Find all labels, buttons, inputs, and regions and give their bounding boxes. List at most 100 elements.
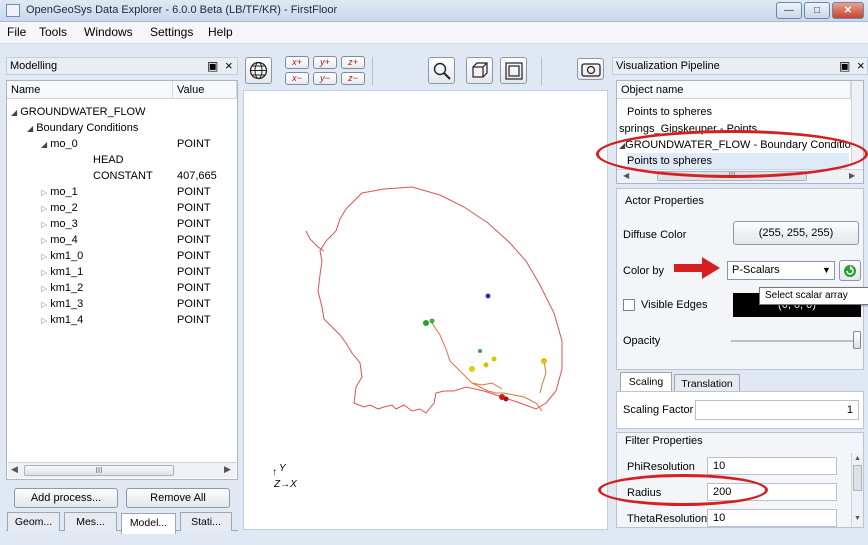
close-button[interactable]: ✕ [832,2,864,19]
refresh-button[interactable] [839,260,861,281]
screenshot-button[interactable] [577,58,604,80]
tree-row[interactable]: ▷ mo_1 [41,184,78,200]
expanded-arrow-icon[interactable]: ◢ [11,108,17,117]
expanded-arrow-icon[interactable]: ◢ [27,124,33,133]
horizontal-scrollbar[interactable]: ◀ III ▶ [8,462,236,478]
collapsed-arrow-icon[interactable]: ▷ [41,300,47,309]
tab-mesh[interactable]: Mes... [64,512,117,531]
collapsed-arrow-icon[interactable]: ▷ [41,220,47,229]
chevron-down-icon[interactable]: ▼ [822,262,831,279]
opacity-slider-handle[interactable] [853,331,861,349]
scaling-factor-label: Scaling Factor [623,404,694,416]
tree-row[interactable]: ▷ mo_2 [41,200,78,216]
theta-resolution-label: ThetaResolution [627,513,708,525]
tree-item-name: GROUNDWATER_FLOW [20,106,146,118]
expanded-arrow-icon[interactable]: ◢ [41,140,47,149]
dock-float-icon[interactable]: ▣ [839,59,850,73]
tree-item-name: km1_0 [50,250,84,262]
tree-row[interactable]: ▷ km1_2 [41,280,83,296]
scroll-right-icon[interactable]: ▶ [849,171,855,180]
scroll-left-icon[interactable]: ◀ [11,464,18,475]
tree-row[interactable]: ▷ mo_4 [41,232,78,248]
tree-row[interactable]: ▷ km1_3 [41,296,83,312]
tree-item-name[interactable]: CONSTANT [93,168,153,184]
reset-view-button[interactable] [500,57,527,84]
collapsed-arrow-icon[interactable]: ▷ [41,284,47,293]
tab-geometry[interactable]: Geom... [7,512,60,531]
modelling-tree[interactable]: Name Value ◢ GROUNDWATER_FLOW ◢ Boundary… [6,80,238,480]
view-y-plus-button[interactable]: y+ [313,56,337,69]
collapsed-arrow-icon[interactable]: ▷ [41,236,47,245]
menu-file[interactable]: File [7,25,26,39]
bounding-box-button[interactable] [466,57,493,84]
tree-item-value: 407,665 [177,170,217,182]
collapsed-arrow-icon[interactable]: ▷ [41,252,47,261]
render-viewport[interactable]: Y ↑ Z→X [243,90,608,530]
view-y-minus-button[interactable]: y− [313,72,337,85]
diffuse-color-button[interactable]: (255, 255, 255) [733,221,859,245]
visible-edges-checkbox[interactable] [623,299,635,311]
theta-resolution-input[interactable]: 10 [707,509,837,527]
scroll-thumb[interactable] [853,465,862,491]
menu-windows[interactable]: Windows [84,25,133,39]
scroll-right-icon[interactable]: ▶ [224,464,231,475]
scroll-up-icon[interactable]: ▲ [854,455,861,462]
column-value[interactable]: Value [173,81,237,99]
pipeline-dock-header: Visualization Pipeline ▣ × [612,57,868,75]
view-x-plus-button[interactable]: x+ [285,56,309,69]
tree-row[interactable]: ◢ mo_0 [41,136,78,152]
tab-scaling[interactable]: Scaling [620,372,672,392]
view-z-plus-button[interactable]: z+ [341,56,365,69]
vertical-scrollbar[interactable]: ▲ ▼ [851,453,863,527]
collapsed-arrow-icon[interactable]: ▷ [41,268,47,277]
dock-float-icon[interactable]: ▣ [207,59,218,73]
axis-y-arrow-icon: ↑ [272,467,277,478]
color-by-select[interactable]: P-Scalars ▼ [727,261,835,280]
tree-row[interactable]: ▷ km1_4 [41,312,83,328]
menu-help[interactable]: Help [208,25,233,39]
tree-item-value: POINT [177,250,211,262]
tree-item-name[interactable]: HEAD [93,152,124,168]
annotation-arrow-icon [674,257,720,279]
column-name[interactable]: Name [7,81,173,99]
scaling-factor-input[interactable]: 1 [695,400,859,420]
tree-item-value: POINT [177,202,211,214]
scroll-thumb[interactable]: III [24,465,174,476]
tree-row[interactable]: ◢ Boundary Conditions [27,120,138,136]
menu-tools[interactable]: Tools [39,25,67,39]
phi-resolution-input[interactable]: 10 [707,457,837,475]
collapsed-arrow-icon[interactable]: ▷ [41,316,47,325]
maximize-button[interactable]: □ [804,2,830,19]
zoom-button[interactable] [428,57,455,84]
collapsed-arrow-icon[interactable]: ▷ [41,188,47,197]
tab-modelling[interactable]: Model... [121,513,176,534]
axis-zx-label: Z→X [274,479,297,490]
diffuse-color-label: Diffuse Color [623,229,687,241]
tree-item-value: POINT [177,298,211,310]
tab-stations[interactable]: Stati... [180,512,232,531]
tab-translation[interactable]: Translation [674,374,740,392]
tree-row[interactable]: ◢ GROUNDWATER_FLOW [11,104,146,120]
phi-resolution-label: PhiResolution [627,461,695,473]
opacity-slider[interactable] [731,340,855,342]
collapsed-arrow-icon[interactable]: ▷ [41,204,47,213]
frame-icon [505,62,523,80]
menu-settings[interactable]: Settings [150,25,193,39]
view-x-minus-button[interactable]: x− [285,72,309,85]
dock-close-icon[interactable]: × [225,58,233,73]
pipeline-item[interactable]: Points to spheres [627,104,712,120]
add-process-button[interactable]: Add process... [14,488,118,508]
tree-item-name: km1_1 [50,266,84,278]
remove-all-button[interactable]: Remove All [126,488,230,508]
globe-button[interactable] [245,57,272,84]
tree-row[interactable]: ▷ mo_3 [41,216,78,232]
scroll-down-icon[interactable]: ▼ [854,515,861,522]
minimize-button[interactable]: — [776,2,802,19]
view-z-minus-button[interactable]: z− [341,72,365,85]
tree-row[interactable]: ▷ km1_0 [41,248,83,264]
dock-close-icon[interactable]: × [857,58,865,73]
tree-row[interactable]: ▷ km1_1 [41,264,83,280]
scroll-left-icon[interactable]: ◀ [623,171,629,180]
tree-item-name: mo_1 [50,186,78,198]
column-object-name[interactable]: Object name [617,81,851,99]
